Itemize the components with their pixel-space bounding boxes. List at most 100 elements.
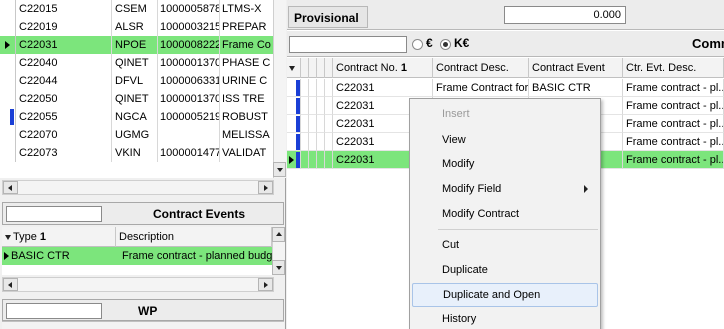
table-row[interactable]: C22031 Frame Contract for... BASIC CTR F…	[287, 79, 724, 97]
provisional-bar: Provisional 0.000	[287, 0, 724, 30]
table-row[interactable]: C22073 VKIN 1000001477 VALIDAT	[0, 144, 280, 162]
table-row[interactable]: C22019 ALSR 1000003215 PREPAR	[0, 18, 280, 36]
cell-code: QINET	[112, 54, 158, 72]
table-row[interactable]: C22050 QINET 1000001370 ISS TRE	[0, 90, 280, 108]
provisional-value-field[interactable]: 0.000	[504, 6, 626, 24]
cell-desc: PHASE C	[220, 54, 280, 72]
chevron-left-icon	[8, 282, 12, 288]
scroll-down-button[interactable]	[272, 260, 285, 275]
filter-icon	[5, 234, 11, 240]
menu-item-insert[interactable]: Insert	[412, 102, 598, 126]
cell-code: ALSR	[112, 18, 158, 36]
scroll-right-button[interactable]	[258, 278, 273, 291]
wp-header: WP	[2, 299, 284, 321]
scroll-right-button[interactable]	[258, 181, 273, 194]
column-header-contract-event[interactable]: Contract Event	[529, 58, 623, 78]
column-header-narrow[interactable]	[309, 58, 317, 78]
context-menu: Insert View Modify Modify Field Modify C…	[409, 98, 601, 329]
cell-contract: C22031	[16, 36, 112, 54]
column-header-narrow[interactable]	[325, 58, 333, 78]
status-indicator	[296, 116, 300, 132]
menu-item-duplicate-and-open[interactable]: Duplicate and Open	[412, 283, 598, 307]
menu-item-history[interactable]: History	[412, 307, 598, 329]
table-row[interactable]: C22040 QINET 1000001370 PHASE C	[0, 54, 280, 72]
column-header-contract-no[interactable]: Contract No. 1	[333, 58, 433, 78]
column-header-narrow[interactable]	[301, 58, 309, 78]
grid-filter-input[interactable]	[289, 36, 407, 53]
column-header-ctr-evt-desc[interactable]: Ctr. Evt. Desc.	[623, 58, 724, 78]
contracts-horizontal-scrollbar[interactable]	[2, 180, 274, 195]
table-empty-area	[0, 162, 280, 178]
table-row[interactable]: C22055 NGCA 1000005219 ROBUST	[0, 108, 280, 126]
contract-events-title: Contract Events	[153, 207, 246, 221]
contracts-vertical-scrollbar[interactable]	[273, 0, 286, 178]
scroll-left-button[interactable]	[3, 278, 18, 291]
cell-code: UGMG	[112, 126, 158, 144]
table-row[interactable]: C22044 DFVL 1000006331 URINE C	[0, 72, 280, 90]
menu-item-view[interactable]: View	[412, 128, 598, 152]
radio-keuro[interactable]	[440, 39, 451, 50]
cell-code: VKIN	[112, 144, 158, 162]
cell-code: DFVL	[112, 72, 158, 90]
contract-events-filter-input[interactable]	[6, 206, 102, 222]
cell-desc: ISS TRE	[220, 90, 280, 108]
cell-contract: C22050	[16, 90, 112, 108]
filter-column-header[interactable]	[287, 58, 301, 78]
cell-desc: Frame Co	[220, 36, 280, 54]
cell-ctr-evt-desc: Frame contract - pl...	[623, 79, 724, 97]
cell-desc: LTMS-X	[220, 0, 280, 18]
scroll-down-button[interactable]	[273, 162, 286, 177]
chevron-left-icon	[8, 185, 12, 191]
chevron-down-icon	[276, 266, 282, 270]
cell-ctr-evt-desc: Frame contract - pl...	[623, 151, 724, 169]
status-indicator	[296, 80, 300, 96]
menu-separator	[438, 229, 598, 230]
chevron-up-icon	[276, 232, 282, 236]
keuro-label: K€	[454, 36, 470, 50]
cell-contract-no: C22031	[333, 79, 433, 97]
menu-item-modify[interactable]: Modify	[412, 152, 598, 176]
table-row-selected[interactable]: C22031 NPOE 1000008222 Frame Co	[0, 36, 280, 54]
cell-number: 1000003215	[158, 18, 220, 36]
cell-contract-desc: Frame Contract for...	[433, 79, 529, 97]
menu-item-cut[interactable]: Cut	[412, 233, 598, 257]
column-header-contract-desc[interactable]: Contract Desc.	[433, 58, 529, 78]
table-row-selected[interactable]: BASIC CTR Frame contract - planned budge	[2, 247, 272, 265]
cell-number: 1000001370	[158, 54, 220, 72]
menu-item-modify-field[interactable]: Modify Field	[412, 177, 598, 201]
filter-icon	[289, 65, 295, 71]
wp-title: WP	[138, 304, 158, 318]
current-row-arrow-icon	[289, 156, 294, 164]
column-header-narrow[interactable]	[317, 58, 325, 78]
cell-number: 1000005219	[158, 108, 220, 126]
events-grid-column-header: Contract No. 1 Contract Desc. Contract E…	[287, 58, 724, 78]
contract-events-header: Contract Events	[2, 202, 284, 225]
cell-ctr-evt-desc: Frame contract - pl...	[623, 133, 724, 151]
table-row[interactable]: C22015 CSEM 1000005878 LTMS-X	[0, 0, 280, 18]
cell-contract: C22044	[16, 72, 112, 90]
cell-contract: C22055	[16, 108, 112, 126]
table-row[interactable]: C22070 UGMG MELISSA	[0, 126, 280, 144]
events-vertical-scrollbar[interactable]	[272, 227, 285, 275]
cell-code: NGCA	[112, 108, 158, 126]
current-row-arrow-icon	[4, 252, 9, 260]
column-header-type[interactable]: Type 1	[2, 227, 116, 247]
cell-number: 1000006331	[158, 72, 220, 90]
cell-contract: C22040	[16, 54, 112, 72]
events-horizontal-scrollbar[interactable]	[2, 277, 274, 292]
status-indicator	[296, 152, 300, 168]
wp-filter-input[interactable]	[6, 303, 102, 319]
scroll-left-button[interactable]	[3, 181, 18, 194]
column-header-description[interactable]: Description	[116, 227, 272, 247]
menu-item-modify-contract[interactable]: Modify Contract	[412, 202, 598, 226]
cell-contract: C22070	[16, 126, 112, 144]
cell-desc: VALIDAT	[220, 144, 280, 162]
cell-ctr-evt-desc: Frame contract - pl...	[623, 97, 724, 115]
scroll-up-button[interactable]	[272, 227, 285, 242]
cell-description: Frame contract - planned budge	[122, 250, 272, 262]
radio-euro[interactable]	[412, 39, 423, 50]
menu-item-duplicate[interactable]: Duplicate	[412, 258, 598, 282]
cell-contract: C22019	[16, 18, 112, 36]
events-empty-area	[2, 265, 272, 275]
euro-label: €	[426, 36, 433, 50]
